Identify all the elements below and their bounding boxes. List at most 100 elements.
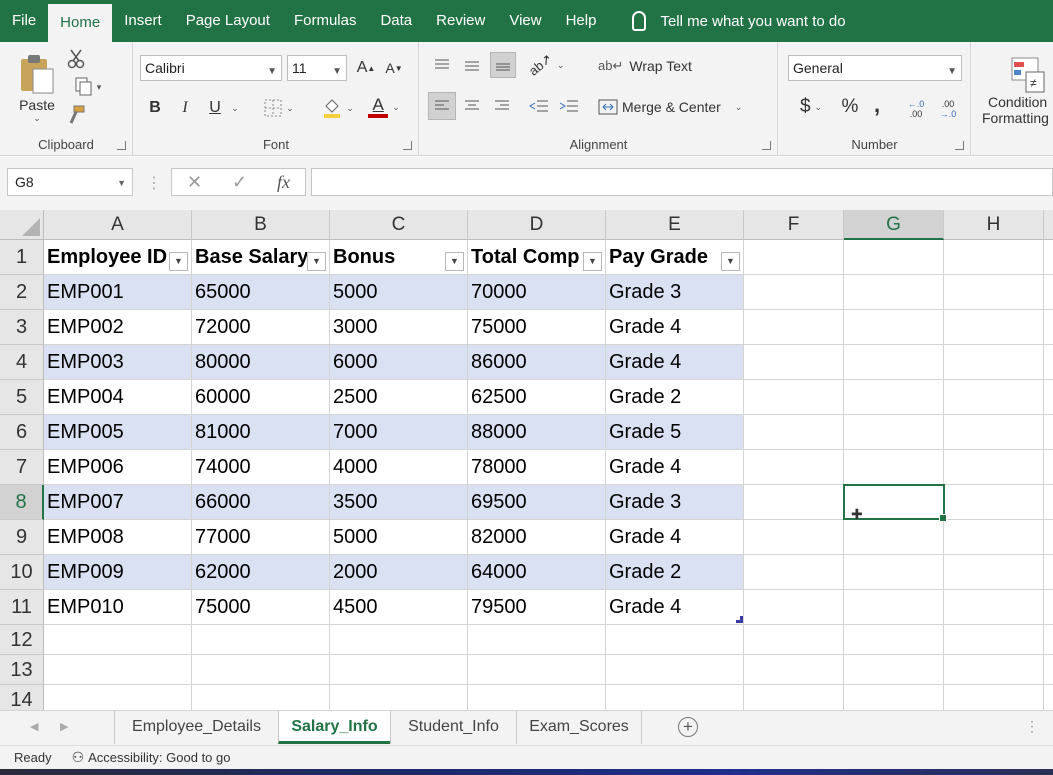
- column-header-d[interactable]: D: [468, 210, 606, 240]
- table-cell[interactable]: EMP002: [44, 310, 192, 345]
- column-header-f[interactable]: F: [744, 210, 844, 240]
- table-cell[interactable]: 5000: [330, 275, 468, 310]
- table-cell[interactable]: 2500: [330, 380, 468, 415]
- table-cell[interactable]: Grade 3: [606, 275, 744, 310]
- cell-c13[interactable]: [330, 655, 468, 685]
- table-cell[interactable]: 3500: [330, 485, 468, 520]
- row-header-12[interactable]: 12: [0, 625, 44, 655]
- alignment-launcher-icon[interactable]: [762, 141, 771, 150]
- table-header-cell[interactable]: Pay Grade ▼: [606, 240, 744, 275]
- table-cell[interactable]: Grade 3: [606, 485, 744, 520]
- comma-button[interactable]: ,: [867, 92, 887, 118]
- row-header-11[interactable]: 11: [0, 590, 44, 625]
- decrease-decimal-button[interactable]: .00 →.0: [935, 96, 961, 122]
- cell-g12[interactable]: [844, 625, 944, 655]
- sheet-tab-salary-info[interactable]: Salary_Info: [278, 711, 390, 744]
- insert-function-button[interactable]: fx: [277, 172, 290, 193]
- cell-next12[interactable]: [1044, 625, 1053, 655]
- table-cell[interactable]: Grade 4: [606, 590, 744, 625]
- more-options-icon[interactable]: ⋮: [1025, 718, 1039, 735]
- cell-f1[interactable]: [744, 240, 844, 275]
- cell-g9[interactable]: [844, 520, 944, 555]
- merge-center-button[interactable]: Merge & Center ⌄: [598, 94, 758, 120]
- cell-f9[interactable]: [744, 520, 844, 555]
- table-header-cell[interactable]: Total Comp ▼: [468, 240, 606, 275]
- table-resize-handle[interactable]: [736, 616, 743, 623]
- cell-a14[interactable]: [44, 685, 192, 710]
- table-header-cell[interactable]: Employee ID ▼: [44, 240, 192, 275]
- cell-h10[interactable]: [944, 555, 1044, 590]
- name-box[interactable]: G8 ▼: [7, 168, 133, 196]
- increase-indent-icon[interactable]: [556, 94, 582, 118]
- cell-h6[interactable]: [944, 415, 1044, 450]
- align-right-icon[interactable]: [490, 94, 514, 118]
- row-header-13[interactable]: 13: [0, 655, 44, 685]
- cell-f10[interactable]: [744, 555, 844, 590]
- column-header-g[interactable]: G: [844, 210, 944, 240]
- shrink-font-button[interactable]: A ▼: [383, 56, 405, 80]
- currency-button[interactable]: $ ⌄: [791, 94, 831, 120]
- cell-f3[interactable]: [744, 310, 844, 345]
- cell-next6[interactable]: [1044, 415, 1053, 450]
- table-cell[interactable]: Grade 5: [606, 415, 744, 450]
- table-cell[interactable]: 72000: [192, 310, 330, 345]
- table-cell[interactable]: Grade 4: [606, 310, 744, 345]
- cell-f11[interactable]: [744, 590, 844, 625]
- cell-c14[interactable]: [330, 685, 468, 710]
- cell-next3[interactable]: [1044, 310, 1053, 345]
- column-header-next[interactable]: [1044, 210, 1053, 240]
- cell-f7[interactable]: [744, 450, 844, 485]
- table-cell[interactable]: 2000: [330, 555, 468, 590]
- cell-h3[interactable]: [944, 310, 1044, 345]
- row-header-7[interactable]: 7: [0, 450, 44, 485]
- cell-next11[interactable]: [1044, 590, 1053, 625]
- table-cell[interactable]: 4500: [330, 590, 468, 625]
- menu-home[interactable]: Home: [48, 4, 113, 42]
- table-cell[interactable]: EMP004: [44, 380, 192, 415]
- table-cell[interactable]: 70000: [468, 275, 606, 310]
- cell-b14[interactable]: [192, 685, 330, 710]
- cell-next2[interactable]: [1044, 275, 1053, 310]
- table-cell[interactable]: 62500: [468, 380, 606, 415]
- cell-g7[interactable]: [844, 450, 944, 485]
- underline-dropdown-icon[interactable]: ⌄: [228, 96, 242, 120]
- table-header-cell[interactable]: Bonus ▼: [330, 240, 468, 275]
- table-cell[interactable]: 78000: [468, 450, 606, 485]
- table-cell[interactable]: 62000: [192, 555, 330, 590]
- cell-d14[interactable]: [468, 685, 606, 710]
- row-header-2[interactable]: 2: [0, 275, 44, 310]
- sheet-tab-student-info[interactable]: Student_Info: [390, 711, 516, 744]
- cell-g1[interactable]: [844, 240, 944, 275]
- cell-h7[interactable]: [944, 450, 1044, 485]
- prev-sheet-icon[interactable]: ◀: [30, 720, 38, 733]
- decrease-indent-icon[interactable]: [526, 94, 552, 118]
- table-cell[interactable]: EMP005: [44, 415, 192, 450]
- cell-next9[interactable]: [1044, 520, 1053, 555]
- cell-g5[interactable]: [844, 380, 944, 415]
- increase-decimal-button[interactable]: ←.0 .00: [903, 96, 929, 122]
- underline-button[interactable]: U: [204, 96, 226, 120]
- cut-icon[interactable]: [66, 48, 86, 70]
- table-cell[interactable]: 77000: [192, 520, 330, 555]
- table-cell[interactable]: Grade 4: [606, 345, 744, 380]
- copy-button[interactable]: ▾: [66, 76, 110, 98]
- table-cell[interactable]: 88000: [468, 415, 606, 450]
- conditional-formatting-button[interactable]: ≠ Condition Formatting: [982, 48, 1053, 132]
- cell-g6[interactable]: [844, 415, 944, 450]
- orientation-button[interactable]: ab↗ ⌄: [525, 51, 564, 79]
- borders-button[interactable]: ⌄: [260, 96, 298, 120]
- row-header-6[interactable]: 6: [0, 415, 44, 450]
- menu-file[interactable]: File: [0, 0, 48, 42]
- cell-g11[interactable]: [844, 590, 944, 625]
- menu-insert[interactable]: Insert: [112, 0, 174, 42]
- bold-button[interactable]: B: [144, 96, 166, 120]
- table-header-cell[interactable]: Base Salary ▼: [192, 240, 330, 275]
- table-cell[interactable]: 65000: [192, 275, 330, 310]
- table-cell[interactable]: 60000: [192, 380, 330, 415]
- cell-d13[interactable]: [468, 655, 606, 685]
- cell-f14[interactable]: [744, 685, 844, 710]
- column-header-h[interactable]: H: [944, 210, 1044, 240]
- row-header-1[interactable]: 1: [0, 240, 44, 275]
- cell-f8[interactable]: [744, 485, 844, 520]
- table-cell[interactable]: 4000: [330, 450, 468, 485]
